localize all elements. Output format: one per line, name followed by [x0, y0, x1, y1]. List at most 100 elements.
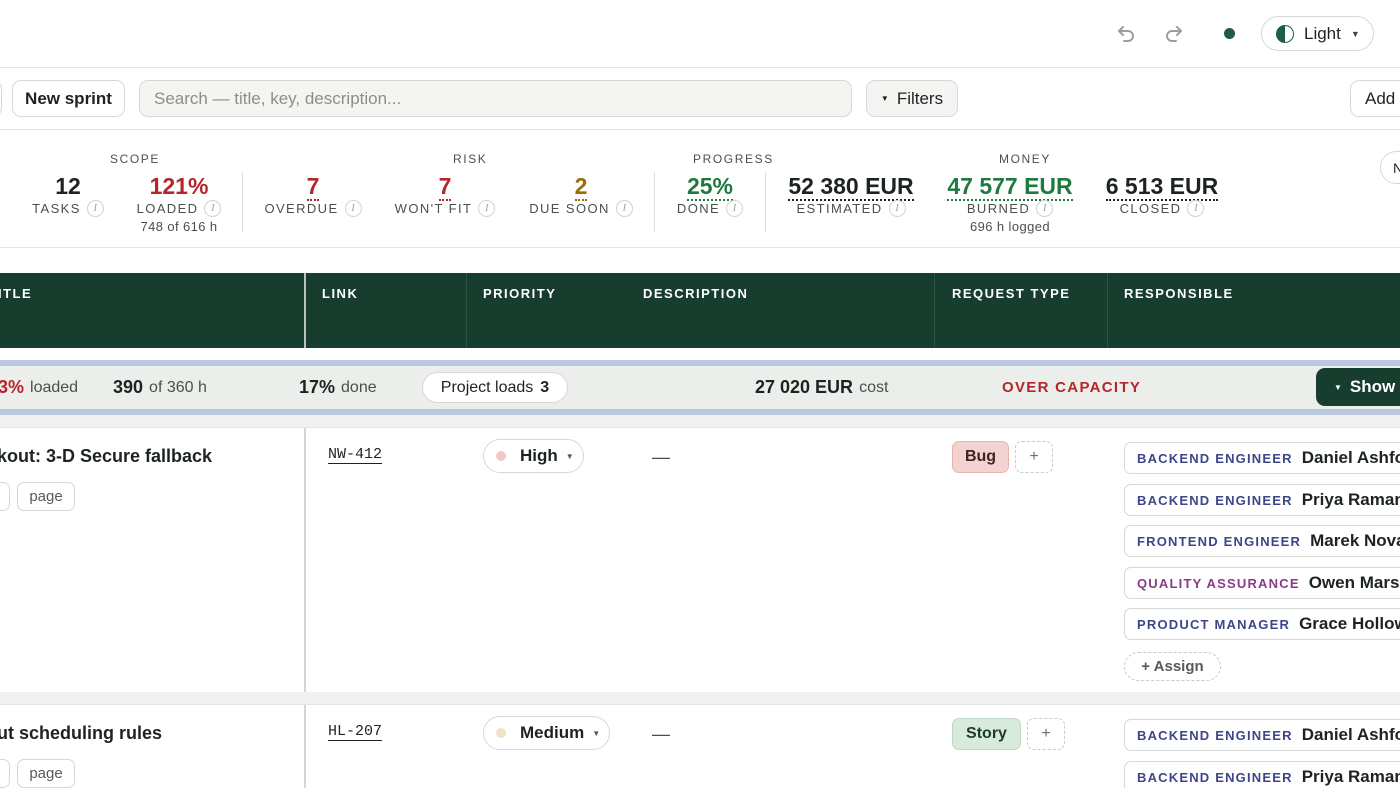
- group-label-money: MONEY: [999, 152, 1052, 166]
- info-icon[interactable]: i: [1187, 200, 1205, 217]
- add-request-type-button[interactable]: +: [1015, 441, 1053, 473]
- task-title[interactable]: kout: 3-D Secure fallback: [0, 446, 212, 467]
- task-description[interactable]: —: [652, 724, 670, 745]
- stat-value: 121%: [149, 173, 209, 199]
- filters-label: Filters: [896, 88, 944, 108]
- group-label-scope: SCOPE: [110, 152, 161, 166]
- priority-dot: [496, 451, 506, 461]
- task-link[interactable]: NW-412: [328, 446, 383, 464]
- request-type-badge[interactable]: Bug: [952, 441, 1009, 473]
- task-tag[interactable]: page: [17, 759, 75, 788]
- undo-icon[interactable]: [1114, 22, 1138, 46]
- row-gap: [0, 692, 1400, 704]
- sprint-hours: 390 of 360 h: [113, 377, 207, 397]
- stat-estimated: 52 380 EUR ESTIMATED i: [785, 172, 917, 218]
- project-loads-button[interactable]: Project loads 3: [422, 372, 568, 403]
- sprint-cost: 27 020 EUR cost: [755, 377, 889, 397]
- top-bar: Light ▼: [0, 0, 1400, 68]
- over-capacity-badge: OVER CAPACITY: [1002, 379, 1142, 396]
- toolbar: New sprint ▼ Filters Add t: [0, 68, 1400, 130]
- stats-more-button[interactable]: N: [1380, 151, 1400, 184]
- task-description[interactable]: —: [652, 447, 670, 468]
- column-divider: [934, 273, 935, 348]
- priority-select[interactable]: High ▼: [483, 439, 584, 473]
- stat-label: DUE SOON i: [529, 200, 633, 217]
- info-icon[interactable]: i: [204, 200, 222, 217]
- filters-button[interactable]: ▼ Filters: [866, 80, 958, 117]
- column-header-priority[interactable]: PRIORITY: [483, 286, 556, 301]
- table-row[interactable]: kout: 3-D Secure fallback page NW-412 Hi…: [0, 427, 1400, 692]
- redo-icon[interactable]: [1162, 22, 1186, 46]
- add-button[interactable]: Add t: [1350, 80, 1400, 117]
- column-header-request-type[interactable]: REQUEST TYPE: [952, 286, 1070, 301]
- stat-label: BURNED i: [967, 200, 1054, 217]
- stat-closed: 6 513 EUR CLOSED i: [1102, 172, 1222, 218]
- column-header-title[interactable]: ITLE: [0, 286, 32, 301]
- show-tasks-button[interactable]: ▼ Show t: [1316, 368, 1400, 406]
- task-link[interactable]: HL-207: [328, 723, 383, 741]
- caret-down-icon: ▼: [1334, 382, 1342, 392]
- responsible-chip[interactable]: BACKEND ENGINEER Priya Raman: [1124, 761, 1400, 788]
- task-tag[interactable]: page: [17, 482, 75, 511]
- table-row[interactable]: ut scheduling rules page HL-207 Medium ▼…: [0, 704, 1400, 788]
- column-divider: [304, 428, 306, 692]
- theme-toggle-button[interactable]: Light ▼: [1261, 16, 1374, 51]
- info-icon[interactable]: i: [344, 200, 362, 217]
- divider: [765, 172, 766, 232]
- stat-overdue: 7 OVERDUE i: [264, 172, 362, 218]
- responsible-chip[interactable]: BACKEND ENGINEERDaniel Ashford: [1124, 442, 1400, 474]
- contrast-icon: [1276, 24, 1294, 43]
- responsible-chip[interactable]: QUALITY ASSURANCE Owen Marsh: [1124, 567, 1400, 599]
- stat-label: CLOSED i: [1120, 200, 1205, 217]
- stat-label: LOADED i: [137, 200, 222, 217]
- group-label-progress: PROGRESS: [693, 152, 774, 166]
- column-header-responsible[interactable]: RESPONSIBLE: [1124, 286, 1234, 301]
- info-icon[interactable]: i: [615, 200, 633, 217]
- caret-down-icon: ▼: [592, 728, 601, 738]
- stat-sub: 748 of 616 h: [140, 219, 218, 234]
- divider: [654, 172, 655, 232]
- task-title[interactable]: ut scheduling rules: [0, 723, 162, 744]
- assign-button[interactable]: + Assign: [1124, 652, 1221, 681]
- info-icon[interactable]: i: [86, 200, 104, 217]
- stat-done: 25% DONE i: [674, 172, 746, 218]
- group-label-risk: RISK: [453, 152, 488, 166]
- stat-label: ESTIMATED i: [796, 200, 906, 217]
- stat-value: 52 380 EUR: [788, 173, 914, 201]
- column-header-link[interactable]: LINK: [322, 286, 358, 301]
- stat-label: WON'T FIT i: [395, 200, 496, 217]
- stat-value: 7: [306, 173, 320, 201]
- search-input[interactable]: [139, 80, 852, 117]
- responsible-chip[interactable]: FRONTEND ENGINEERMarek Novak: [1124, 525, 1400, 557]
- new-sprint-button[interactable]: New sprint: [12, 80, 125, 117]
- stat-loaded: 121% LOADED i 748 of 616 h: [134, 172, 224, 236]
- stats-panel: SCOPE RISK PROGRESS MONEY 12 TASKS i 121%…: [0, 130, 1400, 248]
- priority-select[interactable]: Medium ▼: [483, 716, 610, 750]
- info-icon[interactable]: i: [888, 200, 906, 217]
- toolbar-left-button[interactable]: [0, 80, 2, 117]
- request-type-badge[interactable]: Story: [952, 718, 1021, 750]
- info-icon[interactable]: i: [726, 200, 744, 217]
- responsible-chip[interactable]: BACKEND ENGINEERDaniel Ashford: [1124, 719, 1400, 751]
- stat-wont-fit: 7 WON'T FIT i: [392, 172, 498, 218]
- stat-value: 7: [438, 173, 452, 201]
- stat-value: 6 513 EUR: [1105, 173, 1219, 201]
- sprint-done: 17% done: [299, 377, 377, 397]
- column-header-description[interactable]: DESCRIPTION: [643, 286, 748, 301]
- task-tag[interactable]: [0, 482, 10, 511]
- stat-value: 25%: [686, 173, 734, 201]
- divider: [242, 172, 243, 232]
- stat-value: 2: [574, 173, 588, 201]
- responsible-chip[interactable]: PRODUCT MANAGERGrace Holloway: [1124, 608, 1400, 640]
- info-icon[interactable]: i: [478, 200, 496, 217]
- add-request-type-button[interactable]: +: [1027, 718, 1065, 750]
- table-header: ITLE LINK PRIORITY DESCRIPTION REQUEST T…: [0, 273, 1400, 348]
- priority-dot: [496, 728, 506, 738]
- task-tag[interactable]: [0, 759, 10, 788]
- caret-down-icon: ▼: [565, 451, 574, 461]
- stat-burned: 47 577 EUR BURNED i 696 h logged: [944, 172, 1076, 236]
- responsible-chip[interactable]: BACKEND ENGINEER Priya Raman: [1124, 484, 1400, 516]
- stat-tasks: 12 TASKS i: [32, 172, 104, 218]
- info-icon[interactable]: i: [1036, 200, 1054, 217]
- column-divider: [466, 273, 467, 348]
